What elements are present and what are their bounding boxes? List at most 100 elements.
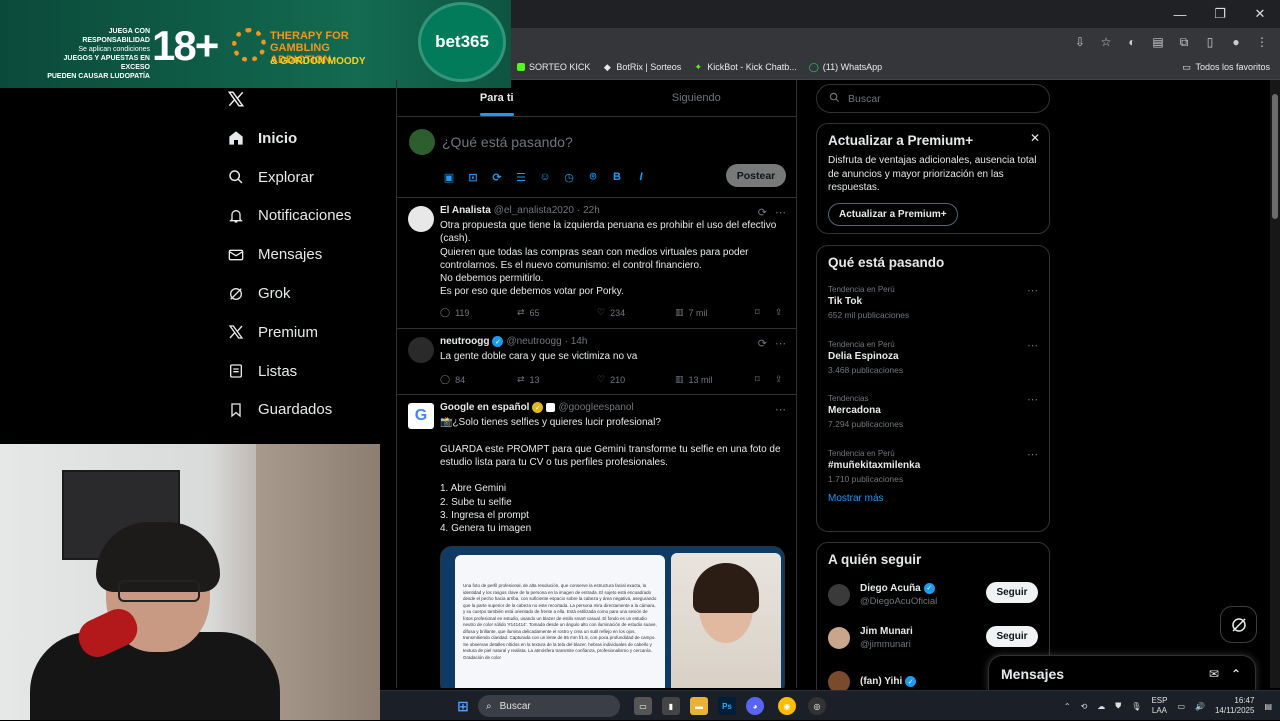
author-handle[interactable]: @neutroogg: [506, 336, 561, 347]
avatar[interactable]: [828, 627, 850, 650]
microphone-icon[interactable]: 🎙: [1131, 702, 1141, 711]
avatar[interactable]: [409, 129, 435, 155]
trend-item[interactable]: Tendencia en Perú #muñekitaxmilenka 1.71…: [828, 434, 1038, 489]
show-more-link[interactable]: Mostrar más: [828, 493, 1038, 504]
chrome-icon[interactable]: ◉: [778, 697, 796, 715]
share-button[interactable]: ⇪: [775, 374, 783, 385]
messages-drawer[interactable]: Mensajes ✉ ⌃: [988, 655, 1256, 692]
reply-button[interactable]: ◯ 84: [440, 374, 517, 385]
italic-icon[interactable]: I: [633, 169, 649, 185]
tweet[interactable]: El Analista @el_analista2020 · 22h ⟳ ⋯ O…: [397, 198, 796, 329]
bookmark-button[interactable]: ⌑: [755, 307, 775, 318]
puzzle-icon[interactable]: ⧉: [1174, 34, 1194, 50]
sidebar-item-grok[interactable]: Grok: [220, 274, 390, 313]
maximize-icon[interactable]: ❐: [1200, 0, 1240, 28]
menu-icon[interactable]: ⋮: [1252, 34, 1272, 50]
author-name[interactable]: El Analista: [440, 205, 491, 216]
gif-icon[interactable]: ⊡: [465, 169, 481, 185]
views-button[interactable]: ▥ 13 mil: [675, 374, 755, 385]
task-view-icon[interactable]: ▭: [634, 697, 652, 715]
google-logo-icon[interactable]: G: [408, 403, 434, 429]
cloud-icon[interactable]: ☁: [1097, 702, 1105, 711]
grok-icon[interactable]: ⟳: [758, 206, 767, 219]
follow-suggestion[interactable]: Diego Acuña ✓ @DiegoAcuOficial Seguir: [828, 573, 1038, 617]
sidebar-item-explorar[interactable]: Explorar: [220, 158, 390, 197]
notification-icon[interactable]: ▤: [1264, 702, 1272, 711]
avatar[interactable]: [828, 583, 850, 606]
media-icon[interactable]: ▤: [1148, 34, 1168, 50]
trend-item[interactable]: Tendencia en Perú Delia Espinoza 3.468 p…: [828, 325, 1038, 380]
grok-fab-button[interactable]: [1220, 606, 1257, 643]
sidebar-item-listas[interactable]: Listas: [220, 352, 390, 391]
image-icon[interactable]: ▣: [441, 169, 457, 185]
repost-button[interactable]: ⇄ 13: [517, 374, 597, 385]
bookmark-whatsapp[interactable]: ◯ (11) WhatsApp: [803, 62, 888, 73]
sidebar-icon[interactable]: ▯: [1200, 34, 1220, 50]
profile-avatar[interactable]: ●: [1226, 34, 1246, 50]
author-name[interactable]: neutroogg: [440, 336, 489, 347]
obs-icon[interactable]: ◎: [808, 697, 826, 715]
sync-icon[interactable]: ⟲: [1081, 702, 1088, 711]
bold-icon[interactable]: B: [609, 169, 625, 185]
sidebar-item-notificaciones[interactable]: Notificaciones: [220, 197, 390, 236]
share-button[interactable]: ⇪: [775, 307, 783, 318]
sidebar-item-guardados[interactable]: Guardados: [220, 391, 390, 430]
photoshop-icon[interactable]: Ps: [718, 697, 736, 715]
clock[interactable]: 16:47 14/11/2025: [1215, 696, 1254, 716]
windows-start-icon[interactable]: ⊞: [454, 697, 472, 715]
follow-button[interactable]: Seguir: [986, 582, 1038, 603]
author-handle[interactable]: @googleespanol: [558, 402, 633, 413]
reply-button[interactable]: ◯ 119: [440, 307, 517, 318]
repost-button[interactable]: ⇄ 65: [517, 307, 597, 318]
new-message-icon[interactable]: ✉: [1209, 667, 1219, 681]
tweet[interactable]: neutroogg ✓ @neutroogg · 14h ⟳ ⋯ La gent…: [397, 329, 796, 395]
follow-suggestion[interactable]: Jim Munari @jimmunari Seguir: [828, 617, 1038, 661]
more-icon[interactable]: ⋯: [775, 206, 786, 219]
bookmark-kickbot[interactable]: ✦ KickBot - Kick Chatb...: [687, 62, 803, 73]
search-input[interactable]: Buscar: [816, 84, 1050, 113]
follow-button[interactable]: Seguir: [986, 625, 1038, 647]
more-icon[interactable]: ⋯: [1027, 284, 1038, 297]
star-icon[interactable]: ☆: [1096, 34, 1116, 50]
like-button[interactable]: ♡ 210: [597, 374, 675, 385]
grok-icon[interactable]: ⟳: [758, 337, 767, 350]
ad-banner[interactable]: JUEGA CON RESPONSABILIDAD Se aplican con…: [0, 0, 511, 88]
trend-item[interactable]: Tendencia en Perú Tik Tok 652 mil public…: [828, 270, 1038, 325]
avatar[interactable]: [408, 206, 434, 232]
more-icon[interactable]: ⋯: [775, 337, 786, 350]
taskbar-search[interactable]: ⌕ Buscar: [478, 695, 620, 717]
tweet-media[interactable]: Una foto de perfil profesional, de alta …: [440, 546, 785, 688]
trend-item[interactable]: Tendencias Mercadona 7.294 publicaciones…: [828, 379, 1038, 434]
emoji-icon[interactable]: ☺: [537, 169, 553, 185]
tab-para-ti[interactable]: Para ti: [397, 80, 597, 116]
volume-icon[interactable]: 🔊: [1195, 702, 1205, 711]
more-icon[interactable]: ⋯: [1027, 393, 1038, 406]
more-icon[interactable]: ⋯: [775, 403, 786, 416]
sidebar-item-premium[interactable]: Premium: [220, 313, 390, 352]
language-indicator[interactable]: ESP LAA: [1151, 696, 1167, 716]
upgrade-premium-button[interactable]: Actualizar a Premium+: [828, 202, 958, 226]
post-button[interactable]: Postear: [726, 164, 786, 187]
bookmark-button[interactable]: ⌑: [755, 374, 775, 385]
display-icon[interactable]: ▭: [1177, 702, 1185, 711]
views-button[interactable]: ▥ 7 mil: [675, 307, 755, 318]
sidebar-item-mensajes[interactable]: Mensajes: [220, 235, 390, 274]
scrollbar-thumb[interactable]: [1272, 94, 1278, 219]
grok-icon[interactable]: ⟳: [489, 169, 505, 185]
avatar[interactable]: [408, 337, 434, 363]
close-icon[interactable]: ✕: [1240, 0, 1280, 28]
file-explorer-icon[interactable]: ▬: [690, 697, 708, 715]
bookmark-sorteo-kick[interactable]: SORTEO KICK: [511, 62, 596, 72]
scrollbar[interactable]: [1270, 80, 1280, 688]
location-icon[interactable]: ⌾: [585, 169, 601, 185]
minimize-icon[interactable]: —: [1160, 0, 1200, 28]
app-icon[interactable]: ▮: [662, 697, 680, 715]
close-icon[interactable]: ✕: [1030, 131, 1040, 145]
sidebar-item-inicio[interactable]: Inicio: [220, 119, 390, 158]
tab-siguiendo[interactable]: Siguiendo: [597, 80, 797, 116]
compose-input[interactable]: ¿Qué está pasando?: [442, 134, 573, 150]
extension-icon[interactable]: ◐: [1122, 34, 1142, 50]
more-icon[interactable]: ⋯: [1027, 339, 1038, 352]
bookmark-all-favorites[interactable]: ▭ Todos los favoritos: [1175, 62, 1280, 73]
author-name[interactable]: Google en español: [440, 402, 529, 413]
